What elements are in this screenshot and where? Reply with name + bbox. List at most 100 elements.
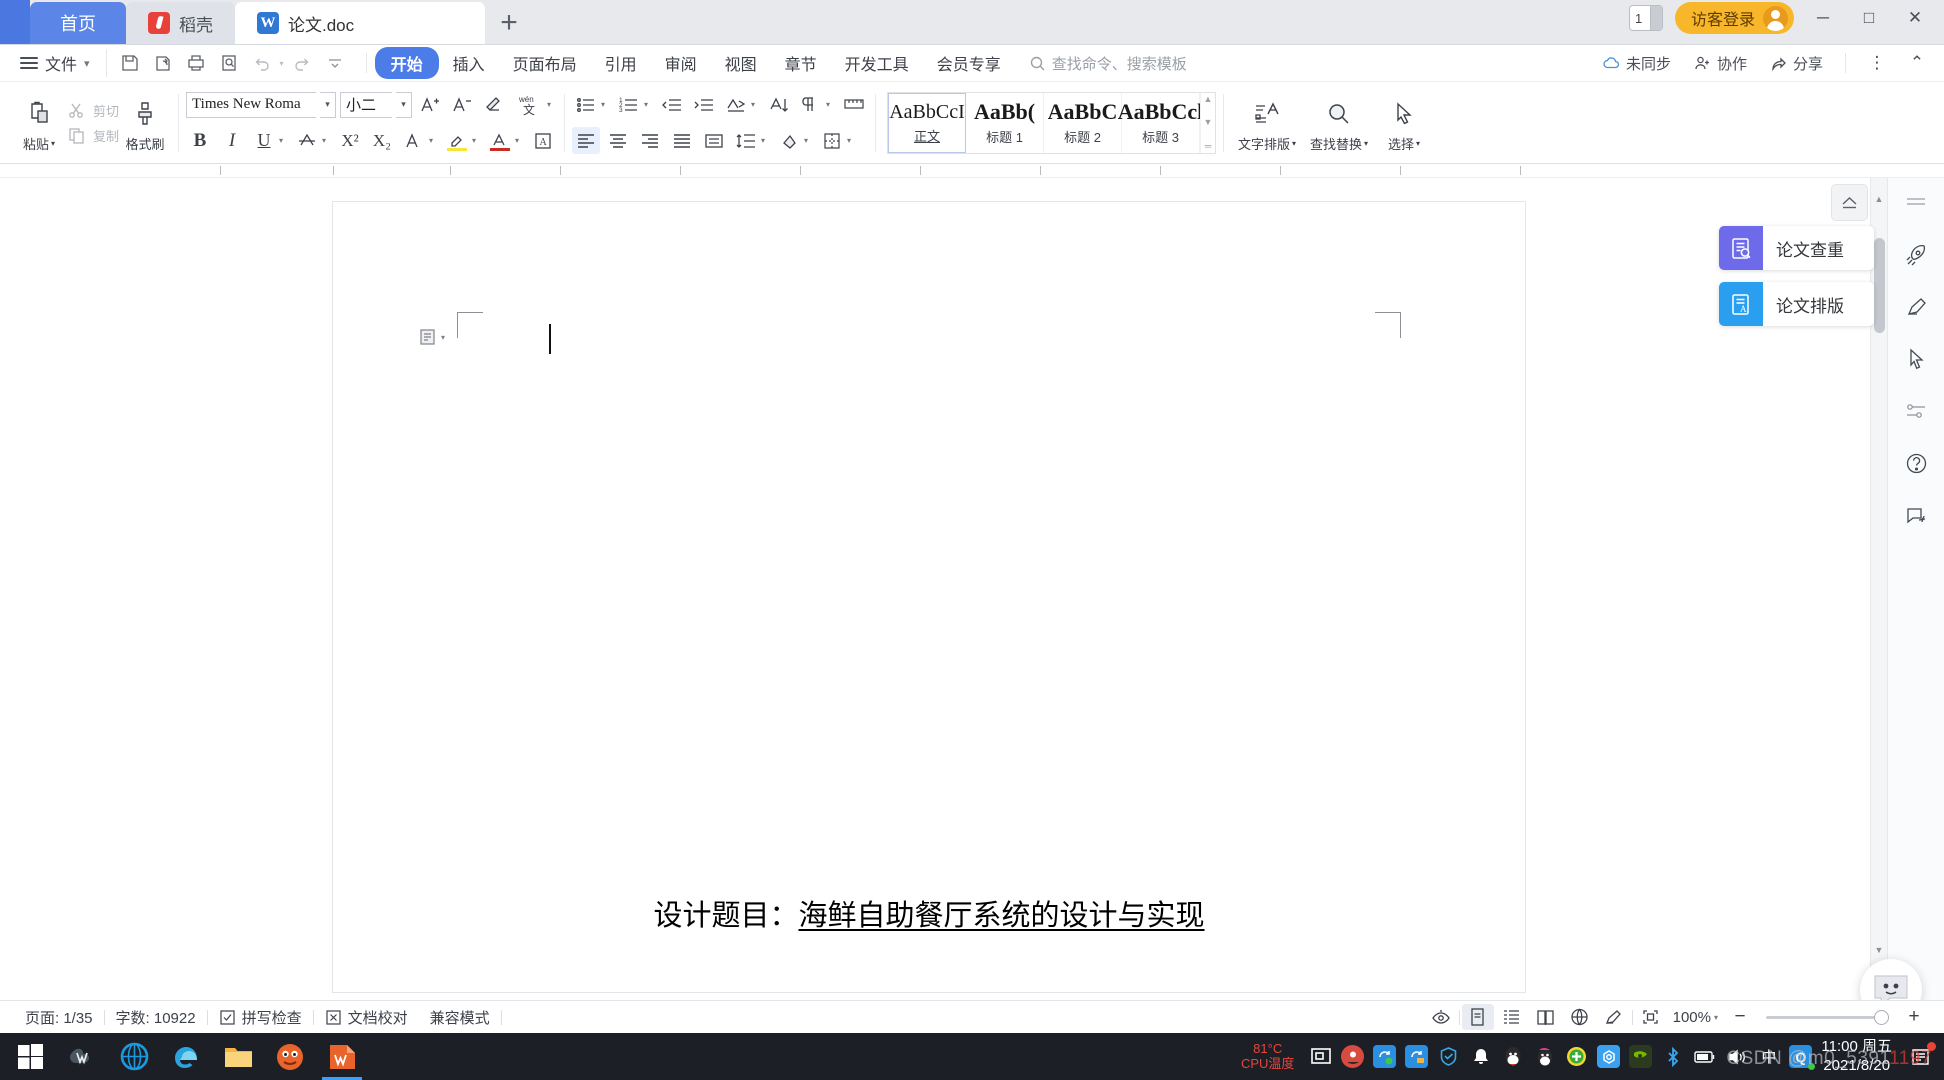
scroll-up-arrow-icon[interactable]: ▲ [1871, 190, 1887, 208]
tab-review[interactable]: 审阅 [651, 47, 711, 79]
ink-icon[interactable] [1598, 1004, 1630, 1030]
customize-qat-icon[interactable] [320, 49, 350, 77]
cut-button[interactable]: 剪切 [65, 101, 119, 120]
minimize-button[interactable]: ─ [1806, 3, 1840, 33]
tab-view[interactable]: 视图 [711, 47, 771, 79]
windows-start-button[interactable] [4, 1033, 56, 1080]
increase-font-size-icon[interactable] [416, 91, 444, 118]
sliders-icon[interactable] [1899, 396, 1933, 426]
document-canvas[interactable]: ▾ 设计题目：海鲜自助餐厅系统的设计与实现 [0, 178, 1944, 1033]
chevron-down-icon[interactable]: ▾ [441, 333, 445, 342]
style-heading-3[interactable]: AaBbCcl 标题 3 [1118, 92, 1203, 153]
pinyin-dropdown-icon[interactable]: ▾ [547, 100, 557, 109]
tab-insert[interactable]: 插入 [439, 47, 499, 79]
collapse-ribbon-button[interactable]: ⌃ [1900, 48, 1934, 78]
qq-browser-icon[interactable]: Q [1789, 1045, 1816, 1070]
borders-dropdown-icon[interactable]: ▾ [847, 136, 857, 145]
tab-start[interactable]: 开始 [374, 47, 439, 79]
taskbar-app-internet-explorer[interactable] [108, 1033, 160, 1080]
bullet-dropdown-icon[interactable]: ▾ [601, 100, 611, 109]
style-gallery-expand-icon[interactable]: ═ [1205, 141, 1211, 151]
line-spacing-icon[interactable] [732, 127, 760, 154]
sort-icon[interactable] [765, 91, 793, 118]
tab-document[interactable]: W 论文.doc [235, 2, 485, 44]
chevron-down-icon[interactable]: ▾ [1714, 1013, 1718, 1022]
taskbar-app-file-explorer[interactable] [212, 1033, 264, 1080]
clear-formatting-icon[interactable] [480, 91, 508, 118]
ime-icon[interactable]: 中 [1757, 1045, 1780, 1068]
bullet-list-icon[interactable] [572, 91, 600, 118]
font-name-dropdown[interactable]: ▾ [320, 91, 337, 118]
notification-bell-icon[interactable] [1469, 1045, 1492, 1068]
spellcheck-toggle[interactable]: 拼写检查 [208, 1007, 313, 1028]
align-left-icon[interactable] [572, 127, 601, 154]
undo-icon[interactable] [247, 49, 277, 77]
wps-sync-icon[interactable] [1373, 1045, 1397, 1068]
tab-docer[interactable]: 稻壳 [126, 2, 235, 44]
more-options-button[interactable]: ⋮ [1860, 48, 1894, 78]
distribute-icon[interactable] [700, 127, 728, 154]
paste-button[interactable]: 粘贴 ▾ [13, 93, 65, 153]
tab-sections[interactable]: 章节 [771, 47, 831, 79]
strip-lines-icon[interactable] [1899, 188, 1933, 218]
find-replace-button[interactable]: 查找替换 ▾ [1303, 93, 1375, 153]
tab-count-box[interactable]: 1 [1628, 5, 1663, 31]
pinyin-guide-icon[interactable]: wén 文 [512, 91, 546, 118]
numbering-dropdown-icon[interactable]: ▾ [644, 100, 654, 109]
font-color-button[interactable] [486, 127, 514, 154]
text-effects-dropdown-icon[interactable]: ▾ [429, 136, 439, 145]
align-center-icon[interactable] [604, 127, 632, 154]
subscript-button[interactable]: X₂ [368, 127, 396, 154]
strikethrough-dropdown-icon[interactable]: ▾ [322, 136, 332, 145]
sync-status-button[interactable]: 未同步 [1594, 50, 1679, 77]
undo-dropdown-icon[interactable]: ▾ [280, 59, 284, 68]
font-color-dropdown-icon[interactable]: ▾ [515, 136, 525, 145]
select-button[interactable]: 选择 ▾ [1375, 93, 1433, 153]
feedback-icon[interactable] [1899, 500, 1933, 530]
tab-member-exclusive[interactable]: 会员专享 [923, 47, 1015, 79]
shading-dropdown-icon[interactable]: ▾ [804, 136, 814, 145]
underline-button[interactable]: U [250, 127, 278, 154]
increase-indent-icon[interactable] [690, 91, 718, 118]
taskbar-app-firefox[interactable] [264, 1033, 316, 1080]
maximize-button[interactable]: □ [1852, 3, 1886, 33]
word-count[interactable]: 字数: 10922 [105, 1007, 207, 1028]
battery-icon[interactable] [1693, 1045, 1716, 1068]
search-input[interactable]: 查找命令、搜索模板 [1029, 53, 1187, 74]
taskbar-app-wps-cloud[interactable] [56, 1033, 108, 1080]
collapse-panel-button[interactable] [1831, 184, 1868, 221]
char-scaling-dropdown-icon[interactable]: ▾ [751, 100, 761, 109]
qq-icon[interactable] [1501, 1045, 1524, 1068]
decrease-font-size-icon[interactable] [448, 91, 476, 118]
text-layout-button[interactable]: 文字排版 ▾ [1231, 93, 1303, 153]
zoom-slider-thumb[interactable] [1874, 1009, 1889, 1025]
copy-button[interactable]: 复制 [65, 126, 119, 145]
borders-measure-icon[interactable] [840, 91, 868, 118]
reading-layout-icon[interactable] [1530, 1004, 1562, 1030]
underline-dropdown-icon[interactable]: ▾ [279, 136, 289, 145]
chevron-down-icon[interactable]: ▾ [51, 139, 55, 148]
share-button[interactable]: 分享 [1761, 50, 1831, 77]
login-button[interactable]: 访客登录 [1674, 2, 1794, 34]
superscript-button[interactable]: X² [336, 127, 364, 154]
style-heading-2[interactable]: AaBbC 标题 2 [1044, 92, 1123, 153]
file-menu-button[interactable]: 文件 ▾ [10, 51, 100, 75]
line-spacing-dropdown-icon[interactable]: ▾ [761, 136, 771, 145]
style-normal[interactable]: AaBbCcI 正文 [888, 92, 967, 153]
collaborate-button[interactable]: 协作 [1685, 50, 1755, 77]
chevron-down-icon[interactable]: ▾ [1292, 139, 1296, 148]
wps-upload-icon[interactable] [1405, 1045, 1429, 1068]
nvidia-icon[interactable] [1629, 1045, 1653, 1068]
print-icon[interactable] [181, 49, 211, 77]
justify-icon[interactable] [668, 127, 696, 154]
tab-home[interactable]: 首页 [30, 2, 126, 44]
screen-recorder-icon[interactable] [1309, 1045, 1332, 1068]
shading-icon[interactable] [775, 127, 803, 154]
print-preview-icon[interactable] [214, 49, 244, 77]
taskbar-app-wps-writer[interactable] [316, 1033, 368, 1080]
chevron-down-icon[interactable]: ▾ [1416, 139, 1420, 148]
zoom-slider[interactable] [1766, 1009, 1889, 1025]
character-border-icon[interactable]: A [529, 127, 557, 154]
taskbar-app-edge[interactable] [160, 1033, 212, 1080]
redo-icon[interactable] [287, 49, 317, 77]
